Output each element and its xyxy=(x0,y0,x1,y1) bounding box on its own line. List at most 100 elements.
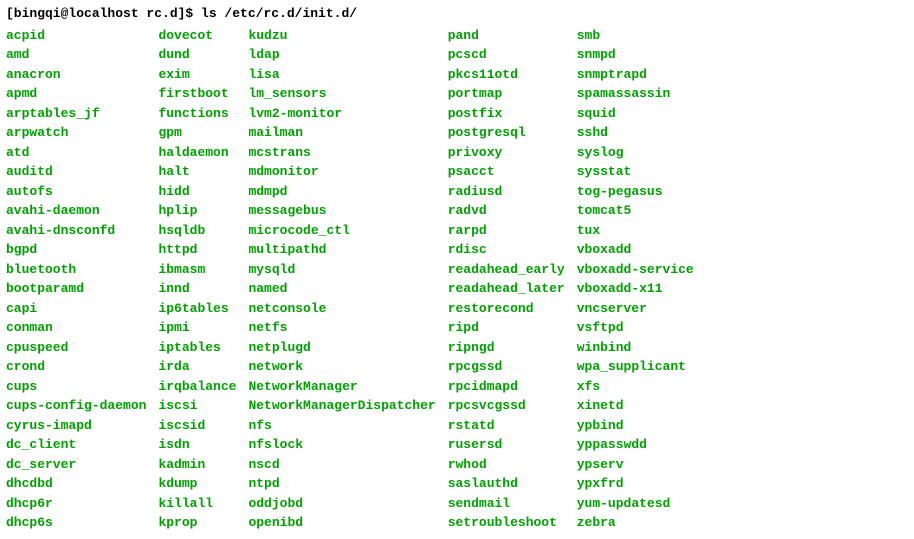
file-entry: netfs xyxy=(248,318,435,338)
file-entry: kadmin xyxy=(158,455,236,475)
file-entry: tog-pegasus xyxy=(577,182,694,202)
file-entry: saslauthd xyxy=(448,474,565,494)
file-entry: arptables_jf xyxy=(6,104,146,124)
file-entry: hsqldb xyxy=(158,221,236,241)
file-entry: rpcidmapd xyxy=(448,377,565,397)
file-entry: dhcp6s xyxy=(6,513,146,533)
file-entry: dc_client xyxy=(6,435,146,455)
file-entry: snmpd xyxy=(577,45,694,65)
file-entry: yppasswdd xyxy=(577,435,694,455)
file-entry: haldaemon xyxy=(158,143,236,163)
file-entry: ipmi xyxy=(158,318,236,338)
file-entry: innd xyxy=(158,279,236,299)
file-entry: netplugd xyxy=(248,338,435,358)
file-entry: firstboot xyxy=(158,84,236,104)
file-entry: mdmonitor xyxy=(248,162,435,182)
file-entry: exim xyxy=(158,65,236,85)
file-entry: xinetd xyxy=(577,396,694,416)
file-entry: auditd xyxy=(6,162,146,182)
file-entry: autofs xyxy=(6,182,146,202)
file-entry: radiusd xyxy=(448,182,565,202)
file-entry: messagebus xyxy=(248,201,435,221)
file-entry: iscsid xyxy=(158,416,236,436)
file-entry: named xyxy=(248,279,435,299)
file-entry: vboxadd-service xyxy=(577,260,694,280)
file-entry: ypxfrd xyxy=(577,474,694,494)
file-entry: mysqld xyxy=(248,260,435,280)
file-entry: netconsole xyxy=(248,299,435,319)
file-entry: ripd xyxy=(448,318,565,338)
file-entry: lm_sensors xyxy=(248,84,435,104)
file-entry: dhcp6r xyxy=(6,494,146,514)
file-entry: restorecond xyxy=(448,299,565,319)
file-entry: NetworkManagerDispatcher xyxy=(248,396,435,416)
file-entry: iptables xyxy=(158,338,236,358)
file-entry: ripngd xyxy=(448,338,565,358)
file-entry: NetworkManager xyxy=(248,377,435,397)
file-entry: readahead_early xyxy=(448,260,565,280)
file-entry: sysstat xyxy=(577,162,694,182)
file-entry: kdump xyxy=(158,474,236,494)
file-entry: vboxadd-x11 xyxy=(577,279,694,299)
file-entry: vsftpd xyxy=(577,318,694,338)
column-1: acpidamdanacronapmdarptables_jfarpwatcha… xyxy=(6,26,146,533)
file-entry: cyrus-imapd xyxy=(6,416,146,436)
file-entry: squid xyxy=(577,104,694,124)
file-entry: functions xyxy=(158,104,236,124)
file-entry: xfs xyxy=(577,377,694,397)
file-entry: winbind xyxy=(577,338,694,358)
column-2: dovecotdundeximfirstbootfunctionsgpmhald… xyxy=(158,26,236,533)
file-entry: bluetooth xyxy=(6,260,146,280)
file-entry: dhcdbd xyxy=(6,474,146,494)
file-entry: psacct xyxy=(448,162,565,182)
file-entry: portmap xyxy=(448,84,565,104)
file-entry: crond xyxy=(6,357,146,377)
file-entry: sshd xyxy=(577,123,694,143)
file-entry: cups-config-daemon xyxy=(6,396,146,416)
file-entry: postgresql xyxy=(448,123,565,143)
file-entry: bgpd xyxy=(6,240,146,260)
file-entry: sendmail xyxy=(448,494,565,514)
file-entry: pcscd xyxy=(448,45,565,65)
file-entry: readahead_later xyxy=(448,279,565,299)
file-entry: conman xyxy=(6,318,146,338)
file-entry: yum-updatesd xyxy=(577,494,694,514)
file-entry: ip6tables xyxy=(158,299,236,319)
file-entry: iscsi xyxy=(158,396,236,416)
file-entry: mdmpd xyxy=(248,182,435,202)
file-entry: lisa xyxy=(248,65,435,85)
file-entry: acpid xyxy=(6,26,146,46)
file-entry: mailman xyxy=(248,123,435,143)
column-4: pandpcscdpkcs11otdportmappostfixpostgres… xyxy=(448,26,565,533)
file-entry: ntpd xyxy=(248,474,435,494)
file-entry: bootparamd xyxy=(6,279,146,299)
shell-prompt: [bingqi@localhost rc.d]$ ls /etc/rc.d/in… xyxy=(6,4,908,24)
file-entry: killall xyxy=(158,494,236,514)
column-5: smbsnmpdsnmptrapdspamassassinsquidsshdsy… xyxy=(577,26,694,533)
file-entry: ypbind xyxy=(577,416,694,436)
file-entry: kprop xyxy=(158,513,236,533)
file-entry: rusersd xyxy=(448,435,565,455)
file-entry: irda xyxy=(158,357,236,377)
file-entry: setroubleshoot xyxy=(448,513,565,533)
file-entry: dovecot xyxy=(158,26,236,46)
file-entry: spamassassin xyxy=(577,84,694,104)
file-entry: rpcgssd xyxy=(448,357,565,377)
file-entry: mcstrans xyxy=(248,143,435,163)
file-entry: gpm xyxy=(158,123,236,143)
file-entry: nfs xyxy=(248,416,435,436)
file-entry: rarpd xyxy=(448,221,565,241)
file-entry: avahi-dnsconfd xyxy=(6,221,146,241)
file-entry: atd xyxy=(6,143,146,163)
file-entry: snmptrapd xyxy=(577,65,694,85)
file-entry: radvd xyxy=(448,201,565,221)
file-entry: arpwatch xyxy=(6,123,146,143)
file-entry: avahi-daemon xyxy=(6,201,146,221)
file-entry: capi xyxy=(6,299,146,319)
file-entry: httpd xyxy=(158,240,236,260)
file-entry: oddjobd xyxy=(248,494,435,514)
file-entry: apmd xyxy=(6,84,146,104)
file-entry: rpcsvcgssd xyxy=(448,396,565,416)
file-entry: rstatd xyxy=(448,416,565,436)
file-entry: vboxadd xyxy=(577,240,694,260)
